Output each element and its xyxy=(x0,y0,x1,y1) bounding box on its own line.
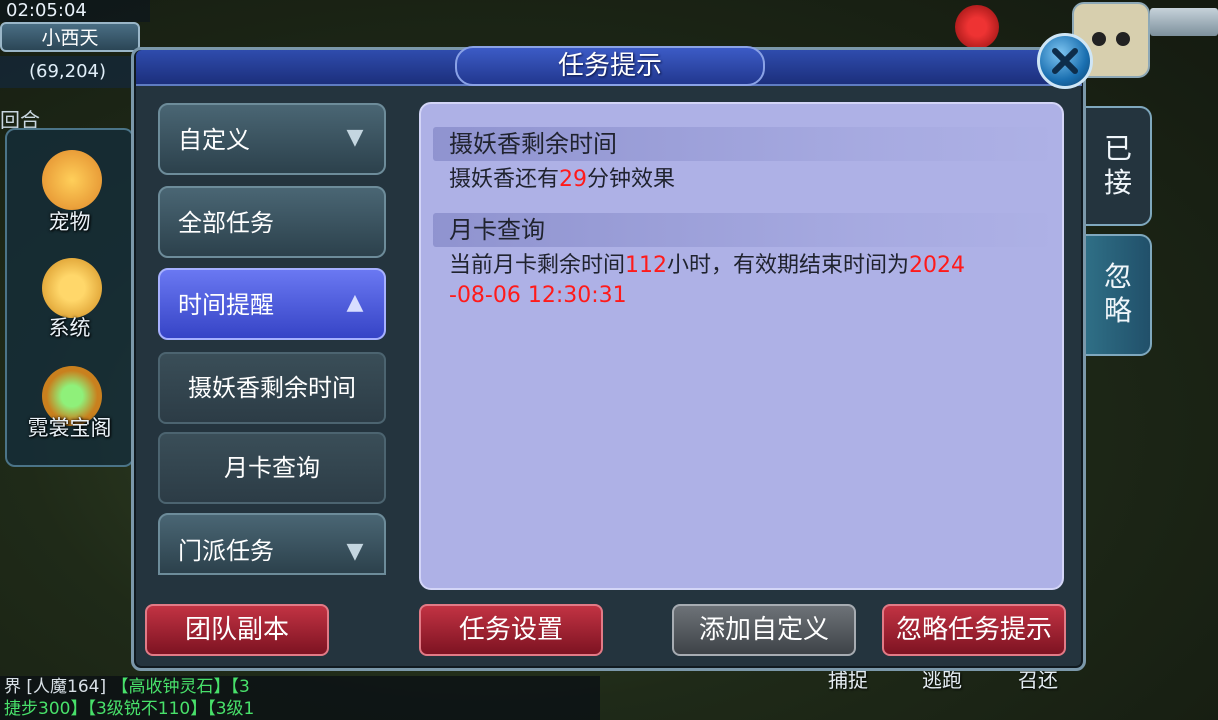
submenu-incense-time[interactable]: 摄妖香剩余时间 xyxy=(158,352,386,424)
avatar-eye-icon xyxy=(1116,32,1130,46)
chevron-down-icon: ▼ xyxy=(346,125,364,150)
card-hours: 112 xyxy=(625,253,668,278)
card-expiry-date: -08-06 12:30:31 xyxy=(449,283,627,308)
menu-label: 全部任务 xyxy=(178,209,274,237)
tab-accepted[interactable]: 已接 xyxy=(1086,106,1152,226)
apple-icon[interactable] xyxy=(955,5,999,49)
menu-sect-tasks[interactable]: 门派任务 ▼ xyxy=(158,513,386,575)
card-text: 当前月卡剩余时间 xyxy=(449,253,626,278)
section-body-incense: 摄妖香还有29分钟效果 xyxy=(449,165,1049,195)
section-title-monthly-card: 月卡查询 xyxy=(449,216,545,244)
menu-label: 自定义 xyxy=(178,126,250,154)
task-settings-button[interactable]: 任务设置 xyxy=(419,604,603,656)
submenu-monthly-card[interactable]: 月卡查询 xyxy=(158,432,386,504)
map-name[interactable]: 小西天 xyxy=(0,22,140,52)
chevron-up-icon: ▲ xyxy=(346,290,364,315)
chat-box[interactable]: 界 [人魔164] 【高收钟灵石】【3 捷步300】【3级锐不110】【3级1 xyxy=(0,676,600,720)
card-text-mid: 小时，有效期结束时间为 xyxy=(667,253,910,278)
avatar-eye-icon xyxy=(1092,32,1106,46)
team-dungeon-button[interactable]: 团队副本 xyxy=(145,604,329,656)
menu-all-tasks[interactable]: 全部任务 xyxy=(158,186,386,258)
menu-label: 时间提醒 xyxy=(178,291,274,319)
chat-prefix: 界 xyxy=(4,677,21,697)
side-menu: 宠物 系统 霓裳宝阁 xyxy=(5,128,134,467)
incense-text: 摄妖香还有 xyxy=(449,167,560,192)
incense-minutes: 29 xyxy=(559,167,588,192)
clock: 02:05:04 xyxy=(0,0,150,22)
coordinates: (69,204) xyxy=(0,56,135,88)
side-item-system[interactable]: 系统 xyxy=(7,312,132,342)
chat-item-link[interactable]: 【高收钟灵石】【3 xyxy=(112,677,250,697)
section-title-incense: 摄妖香剩余时间 xyxy=(449,130,617,158)
close-button[interactable] xyxy=(1037,33,1093,89)
tab-label: 忽略 xyxy=(1103,260,1132,327)
menu-time-reminder[interactable]: 时间提醒 ▲ xyxy=(158,268,386,340)
status-bar xyxy=(1150,8,1218,36)
side-item-pet[interactable]: 宠物 xyxy=(7,206,132,236)
add-custom-button[interactable]: 添加自定义 xyxy=(672,604,856,656)
chevron-down-icon: ▼ xyxy=(346,539,364,564)
dialog-title: 任务提示 xyxy=(557,51,662,81)
tab-ignored[interactable]: 忽略 xyxy=(1086,234,1152,356)
incense-text-after: 分钟效果 xyxy=(587,167,676,192)
tab-label: 已接 xyxy=(1103,132,1132,199)
tiger-pet-icon[interactable] xyxy=(42,150,102,210)
close-icon xyxy=(1052,48,1078,74)
menu-custom[interactable]: 自定义 ▼ xyxy=(158,103,386,175)
chat-player[interactable]: [人魔164] xyxy=(26,677,106,697)
side-item-treasure[interactable]: 霓裳宝阁 xyxy=(7,412,132,442)
gear-system-icon[interactable] xyxy=(42,258,102,318)
section-body-monthly-card: 当前月卡剩余时间112小时，有效期结束时间为2024 -08-06 12:30:… xyxy=(449,251,1049,311)
menu-label: 门派任务 xyxy=(178,537,274,565)
chat-line-2[interactable]: 捷步300】【3级锐不110】【3级1 xyxy=(4,698,600,720)
card-expiry-year: 2024 xyxy=(909,253,966,278)
ignore-task-hint-button[interactable]: 忽略任务提示 xyxy=(882,604,1066,656)
